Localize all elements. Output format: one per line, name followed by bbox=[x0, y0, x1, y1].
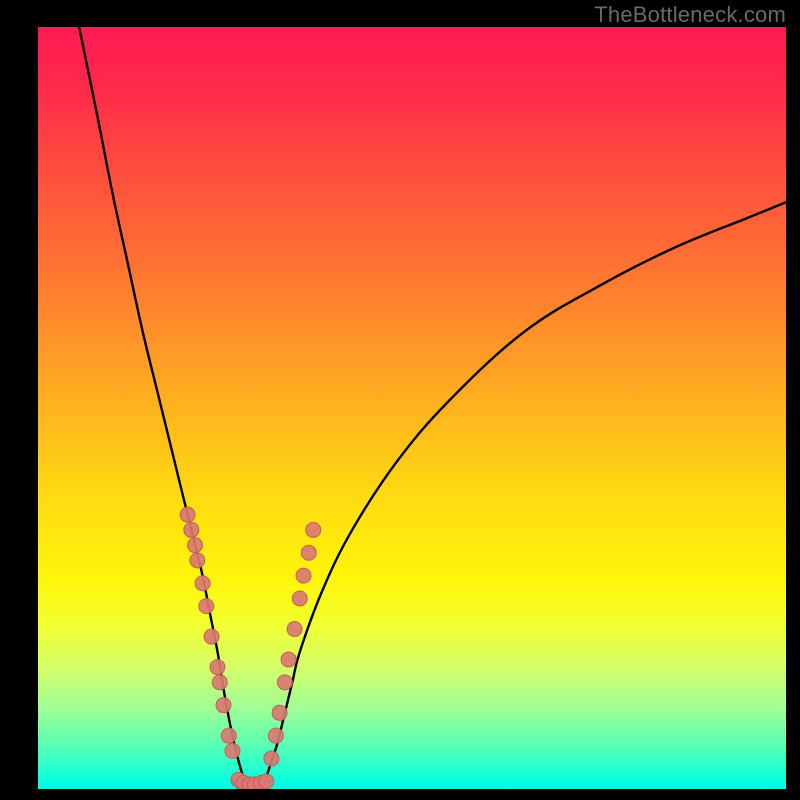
data-marker-left bbox=[225, 743, 240, 758]
data-marker-right bbox=[296, 568, 311, 583]
data-marker-left bbox=[212, 675, 227, 690]
data-marker-left bbox=[195, 576, 210, 591]
watermark-text: TheBottleneck.com bbox=[594, 2, 786, 28]
data-marker-right bbox=[272, 705, 287, 720]
data-marker-right bbox=[264, 751, 279, 766]
plot-area bbox=[38, 27, 786, 789]
data-marker-right bbox=[268, 728, 283, 743]
data-marker-left bbox=[199, 599, 214, 614]
chart-frame: TheBottleneck.com bbox=[0, 0, 800, 800]
data-marker-left bbox=[188, 538, 203, 553]
data-marker-right bbox=[292, 591, 307, 606]
curve-right-branch bbox=[262, 202, 786, 789]
data-marker-left bbox=[210, 660, 225, 675]
data-marker-right bbox=[287, 621, 302, 636]
curve-layer bbox=[38, 27, 786, 789]
data-marker-right bbox=[277, 675, 292, 690]
data-marker-left bbox=[184, 522, 199, 537]
data-marker-left bbox=[180, 507, 195, 522]
data-marker-right bbox=[306, 522, 321, 537]
data-marker-left bbox=[216, 698, 231, 713]
data-marker-right bbox=[281, 652, 296, 667]
data-marker-left bbox=[221, 728, 236, 743]
data-marker-left bbox=[204, 629, 219, 644]
data-marker-left bbox=[190, 553, 205, 568]
data-marker-valley bbox=[259, 774, 274, 789]
data-marker-right bbox=[301, 545, 316, 560]
